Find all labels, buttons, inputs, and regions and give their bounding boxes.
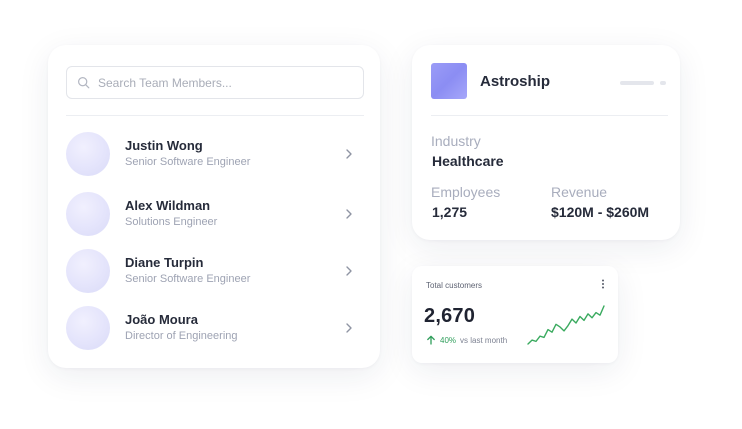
member-name: Alex Wildman	[125, 198, 211, 213]
member-name: Diane Turpin	[125, 255, 204, 270]
revenue-value: $120M - $260M	[551, 204, 650, 220]
chevron-right-icon[interactable]	[342, 147, 356, 161]
member-role: Solutions Engineer	[125, 216, 218, 228]
divider	[431, 115, 668, 116]
company-card: Astroship Industry Healthcare Employees …	[412, 45, 680, 240]
total-customers-card: Total customers 2,670 40% vs last month	[412, 266, 618, 363]
team-member-row[interactable]: Alex Wildman Solutions Engineer	[66, 191, 364, 237]
team-members-card: Justin Wong Senior Software Engineer Ale…	[48, 45, 380, 368]
team-member-row[interactable]: Justin Wong Senior Software Engineer	[66, 131, 364, 177]
team-member-row[interactable]: Diane Turpin Senior Software Engineer	[66, 248, 364, 294]
chevron-right-icon[interactable]	[342, 207, 356, 221]
arrow-up-icon	[427, 335, 435, 345]
placeholder-bar	[660, 81, 666, 85]
chevron-right-icon[interactable]	[342, 264, 356, 278]
search-icon	[78, 77, 90, 89]
member-role: Senior Software Engineer	[125, 273, 251, 285]
sparkline-series	[527, 305, 605, 345]
avatar	[66, 132, 110, 176]
more-vertical-icon[interactable]	[601, 279, 605, 289]
avatar	[66, 306, 110, 350]
team-member-row[interactable]: João Moura Director of Engineering	[66, 305, 364, 351]
industry-label: Industry	[431, 133, 481, 149]
member-role: Director of Engineering	[125, 330, 238, 342]
avatar	[66, 249, 110, 293]
company-name: Astroship	[480, 73, 551, 90]
divider	[66, 115, 364, 116]
trend-indicator: 40% vs last month	[426, 335, 507, 345]
search-box[interactable]	[66, 66, 364, 99]
member-role: Senior Software Engineer	[125, 156, 251, 168]
trend-caption: vs last month	[460, 335, 508, 345]
avatar	[66, 192, 110, 236]
member-name: Justin Wong	[125, 138, 203, 153]
customers-title: Total customers	[426, 281, 483, 290]
trend-percent: 40%	[440, 335, 457, 345]
customers-sparkline	[527, 305, 605, 345]
industry-value: Healthcare	[432, 153, 504, 169]
employees-label: Employees	[431, 184, 501, 200]
company-logo	[431, 63, 467, 99]
member-name: João Moura	[125, 312, 198, 327]
search-input[interactable]	[98, 75, 348, 90]
placeholder-bar	[620, 81, 654, 85]
customers-value: 2,670	[424, 305, 476, 327]
revenue-label: Revenue	[551, 184, 608, 200]
chevron-right-icon[interactable]	[342, 321, 356, 335]
employees-value: 1,275	[432, 204, 468, 220]
